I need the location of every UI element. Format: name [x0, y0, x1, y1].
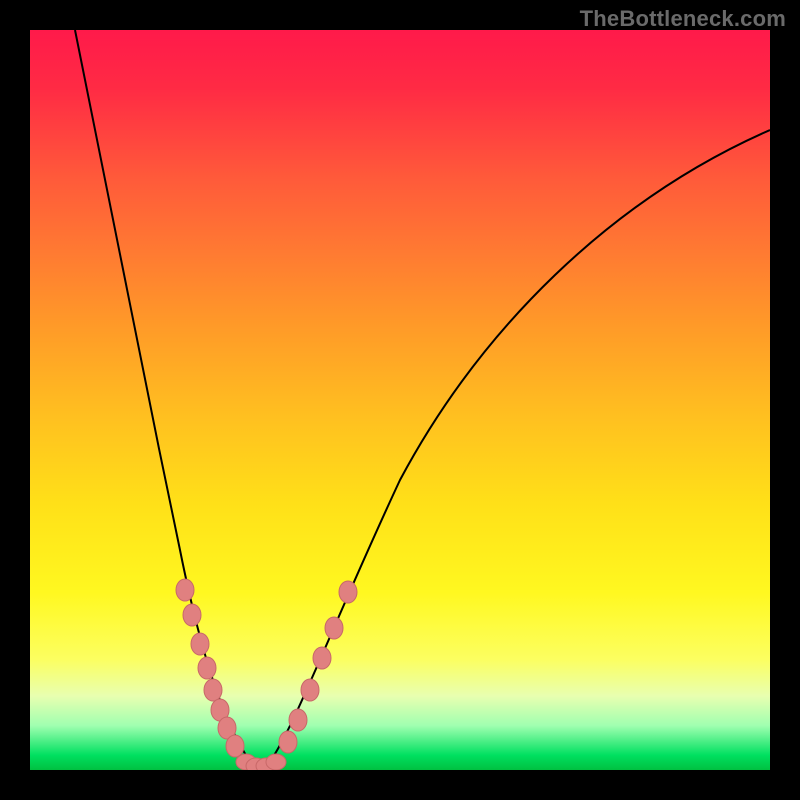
marker-left — [226, 735, 244, 757]
left-curve — [75, 30, 255, 768]
marker-right — [325, 617, 343, 639]
marker-right — [301, 679, 319, 701]
watermark-label: TheBottleneck.com — [580, 6, 786, 32]
chart-svg — [30, 30, 770, 770]
marker-right — [279, 731, 297, 753]
marker-left — [183, 604, 201, 626]
marker-left — [191, 633, 209, 655]
marker-right — [313, 647, 331, 669]
marker-bottom — [266, 754, 286, 770]
marker-left — [198, 657, 216, 679]
marker-left — [204, 679, 222, 701]
marker-left — [176, 579, 194, 601]
right-curve — [265, 130, 770, 768]
marker-right — [339, 581, 357, 603]
chart-frame: TheBottleneck.com — [0, 0, 800, 800]
marker-right — [289, 709, 307, 731]
plot-area — [30, 30, 770, 770]
